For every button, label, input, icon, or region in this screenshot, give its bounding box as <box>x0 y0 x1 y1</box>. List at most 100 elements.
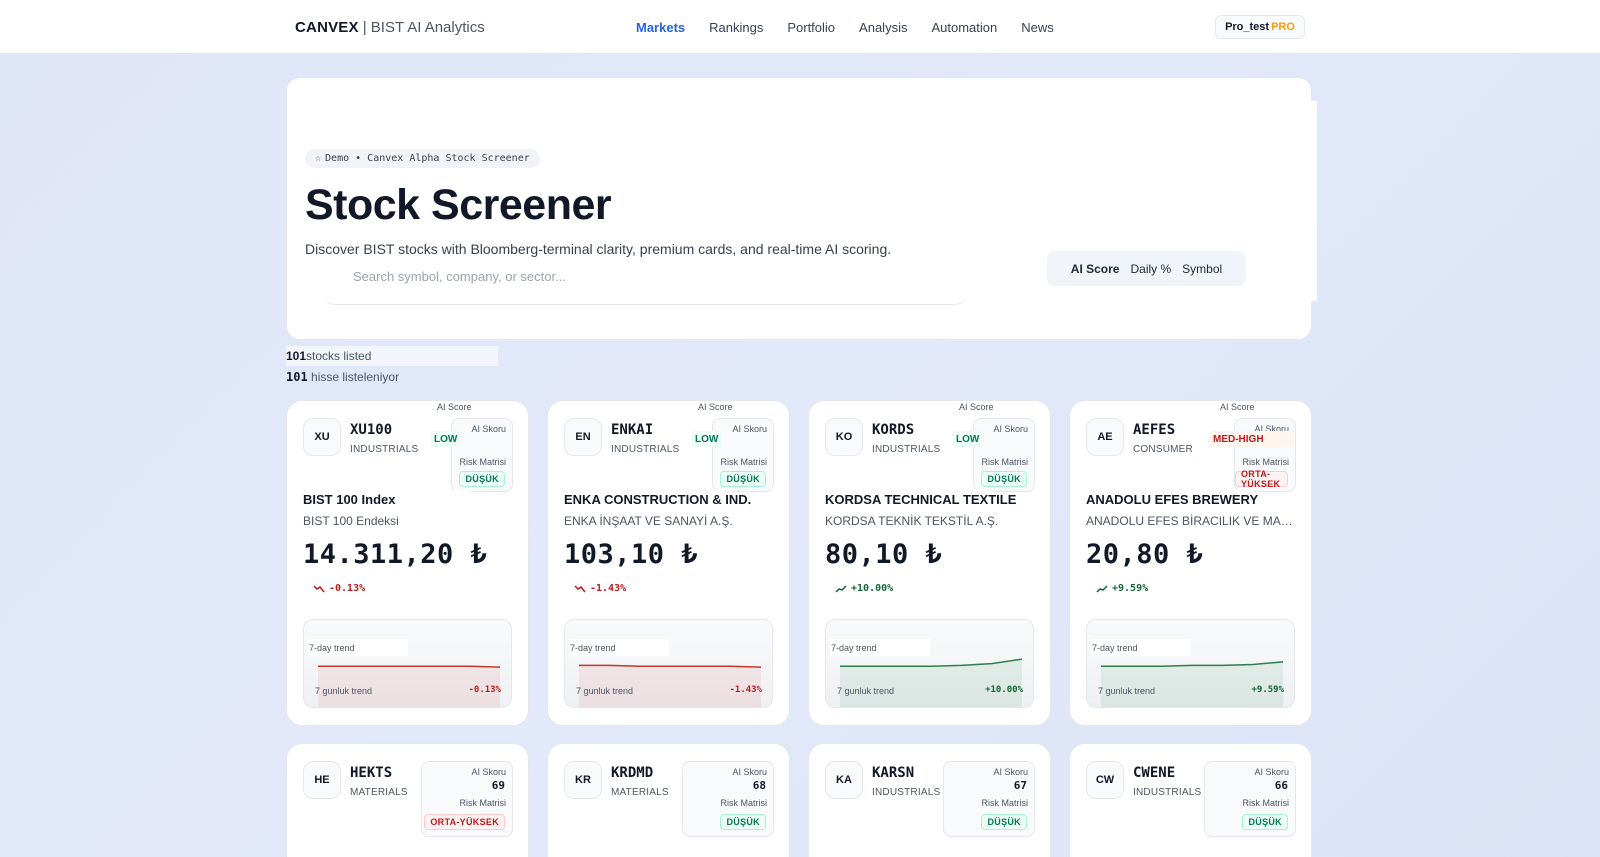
ai-score-box: AI Skoru Risk Matrisi DÜŞÜK <box>973 418 1035 492</box>
pro-badge: PRO <box>1271 21 1295 33</box>
nav-news[interactable]: News <box>1021 20 1054 35</box>
nav-markets[interactable]: Markets <box>636 20 685 35</box>
stock-card[interactable]: CW CWENE INDUSTRIALS AI Skoru 66 Risk Ma… <box>1069 743 1312 857</box>
risk-level-tag: MED-HIGH <box>1210 431 1294 447</box>
daily-change-value: -0.13% <box>329 583 366 594</box>
stock-sector: INDUSTRIALS <box>350 444 419 455</box>
ai-skoru-label: AI Skoru <box>471 767 506 777</box>
daily-change: -0.13% <box>313 583 365 594</box>
trend-label-en: 7-day trend <box>830 639 930 656</box>
nav-automation[interactable]: Automation <box>931 20 997 35</box>
stock-symbol: KRDMD <box>611 765 654 781</box>
page-subtitle: Discover BIST stocks with Bloomberg-term… <box>305 241 892 257</box>
user-menu-button[interactable]: Pro_test PRO <box>1215 15 1305 39</box>
stock-sector: INDUSTRIALS <box>611 444 680 455</box>
stock-sector: MATERIALS <box>350 787 408 798</box>
sort-symbol[interactable]: Symbol <box>1182 262 1222 276</box>
trend-panel: 7-day trend 7 gunluk trend +9.59% <box>1086 619 1295 708</box>
trend-arrow-icon <box>574 584 586 592</box>
trend-arrow-icon <box>313 584 325 592</box>
trend-change: -0.13% <box>468 685 501 695</box>
daily-change-value: -1.43% <box>590 583 627 594</box>
search-input[interactable] <box>353 265 933 287</box>
sort-ai-score[interactable]: AI Score <box>1071 262 1120 276</box>
trend-panel: 7-day trend 7 gunluk trend -1.43% <box>564 619 773 708</box>
stock-logo: AE <box>1086 418 1124 456</box>
risk-chip: DÜŞÜK <box>1242 814 1288 830</box>
stock-card[interactable]: AI Score XU XU100 INDUSTRIALS AI Skoru R… <box>286 400 529 726</box>
star-icon: ☆ <box>315 153 322 164</box>
demo-badge: ☆ Demo • Canvex Alpha Stock Screener <box>305 149 540 168</box>
ai-skoru-label: AI Skoru <box>993 424 1028 434</box>
company-name-en: ANADOLU EFES BREWERY <box>1086 489 1258 509</box>
ai-skoru-label: AI Skoru <box>732 767 767 777</box>
stock-symbol: KORDS <box>872 422 915 438</box>
stock-card[interactable]: HE HEKTS MATERIALS AI Skoru 69 Risk Matr… <box>286 743 529 857</box>
risk-matrisi-label: Risk Matrisi <box>720 798 768 808</box>
ai-score-value: 66 <box>1274 779 1288 792</box>
ai-skoru-label: AI Skoru <box>993 767 1028 777</box>
stock-price: 20,80 ₺ <box>1086 539 1204 570</box>
daily-change: +9.59% <box>1096 583 1148 594</box>
risk-matrisi-label: Risk Matrisi <box>981 457 1029 467</box>
stock-card[interactable]: AI Score KO KORDS INDUSTRIALS AI Skoru R… <box>808 400 1051 726</box>
trend-panel: 7-day trend 7 gunluk trend -0.13% <box>303 619 512 708</box>
sort-daily-change[interactable]: Daily % <box>1130 262 1171 276</box>
ai-skoru-label: AI Skoru <box>471 424 506 434</box>
risk-matrisi-label: Risk Matrisi <box>720 457 768 467</box>
nav-links: Markets Rankings Portfolio Analysis Auto… <box>636 20 1054 35</box>
daily-change: +10.00% <box>835 583 893 594</box>
search-box <box>323 261 967 305</box>
trend-panel: 7-day trend 7 gunluk trend +10.00% <box>825 619 1034 708</box>
stock-logo: XU <box>303 418 341 456</box>
risk-chip: ORTA-YÜKSEK <box>1235 469 1288 489</box>
trend-arrow-icon <box>835 584 847 593</box>
trend-label-en: 7-day trend <box>1091 639 1191 656</box>
ai-score-value: 67 <box>1013 779 1027 792</box>
stock-symbol: XU100 <box>350 422 393 438</box>
stock-sector: INDUSTRIALS <box>872 444 941 455</box>
stock-logo: HE <box>303 761 341 799</box>
brand-name: CANVEX <box>295 19 359 36</box>
ai-score-label: AI Score <box>959 402 994 412</box>
stock-count-label: stocks listed <box>306 349 372 363</box>
risk-matrisi-label: Risk Matrisi <box>981 798 1029 808</box>
stock-count-label-tr: hisse listeleniyor <box>311 370 400 384</box>
risk-chip: DÜŞÜK <box>720 471 766 487</box>
brand-subtitle: | BIST AI Analytics <box>362 19 485 36</box>
stock-card[interactable]: AI Score AE AEFES CONSUMER AI Skoru Risk… <box>1069 400 1312 726</box>
nav-rankings[interactable]: Rankings <box>709 20 763 35</box>
company-name-tr: BIST 100 Endeksi <box>303 514 399 528</box>
trend-change: +10.00% <box>985 685 1023 695</box>
stock-symbol: AEFES <box>1133 422 1176 438</box>
ai-score-box: AI Skoru Risk Matrisi DÜŞÜK <box>712 418 774 492</box>
trend-label-en: 7-day trend <box>308 639 408 656</box>
nav-analysis[interactable]: Analysis <box>859 20 907 35</box>
hero-content: ☆ Demo • Canvex Alpha Stock Screener Sto… <box>305 101 1317 305</box>
ai-score-label: AI Score <box>1220 402 1255 412</box>
page-title: Stock Screener <box>305 181 612 229</box>
top-nav: CANVEX | BIST AI Analytics Markets Rankin… <box>0 0 1600 54</box>
risk-chip: ORTA-YÜKSEK <box>424 814 505 830</box>
stock-card[interactable]: KA KARSN INDUSTRIALS AI Skoru 67 Risk Ma… <box>808 743 1051 857</box>
daily-change-value: +10.00% <box>851 583 894 594</box>
trend-label-tr: 7 gunluk trend <box>576 686 634 696</box>
stock-symbol: KARSN <box>872 765 915 781</box>
risk-chip: DÜŞÜK <box>720 814 766 830</box>
stock-logo: CW <box>1086 761 1124 799</box>
nav-portfolio[interactable]: Portfolio <box>787 20 835 35</box>
stock-card[interactable]: AI Score EN ENKAI INDUSTRIALS AI Skoru R… <box>547 400 790 726</box>
risk-matrisi-label: Risk Matrisi <box>459 457 507 467</box>
ai-score-value: 69 <box>491 779 505 792</box>
ai-score-box: AI Skoru 66 Risk Matrisi DÜŞÜK <box>1204 761 1296 837</box>
stock-card[interactable]: KR KRDMD MATERIALS AI Skoru 68 Risk Matr… <box>547 743 790 857</box>
risk-chip: DÜŞÜK <box>459 471 505 487</box>
company-name-en: ENKA CONSTRUCTION & IND. <box>564 489 751 509</box>
company-name-tr: KORDSA TEKNİK TEKSTİL A.Ş. <box>825 514 999 528</box>
risk-matrisi-label: Risk Matrisi <box>459 798 507 808</box>
company-name-tr: ENKA İNŞAAT VE SANAYİ A.Ş. <box>564 514 733 528</box>
stock-sector: CONSUMER <box>1133 444 1193 455</box>
company-name-en: BIST 100 Index <box>303 489 471 509</box>
trend-change: +9.59% <box>1251 685 1284 695</box>
brand-logo[interactable]: CANVEX | BIST AI Analytics <box>295 19 485 36</box>
